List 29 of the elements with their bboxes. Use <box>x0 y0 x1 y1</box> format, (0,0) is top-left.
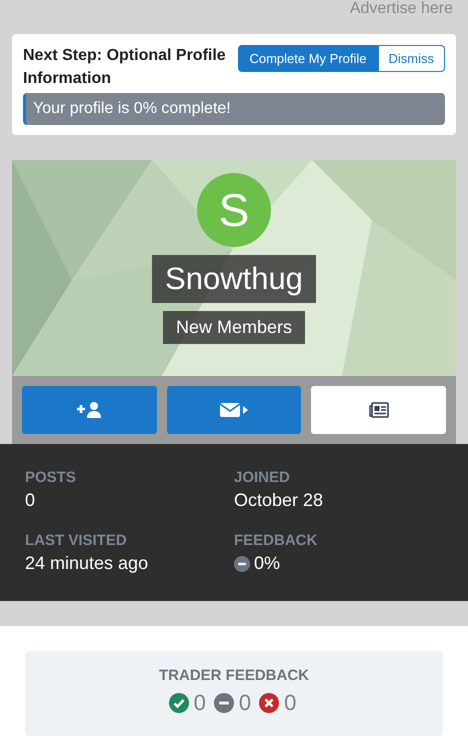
add-user-icon <box>76 401 102 419</box>
feedback-count: 0 <box>238 690 252 716</box>
advertise-link[interactable]: Advertise here <box>350 0 453 34</box>
minus-circle-icon <box>234 556 250 572</box>
dismiss-button[interactable]: Dismiss <box>378 45 445 72</box>
progress-label: Your profile is 0% complete! <box>32 100 231 118</box>
feedback-count: 0 <box>194 690 206 716</box>
message-button[interactable] <box>166 386 302 434</box>
next-step-title: Next Step: Optional Profile Information <box>23 46 227 89</box>
profile-name: Snowthug <box>152 255 316 303</box>
member-group: New Members <box>162 311 306 344</box>
trader-feedback-title: TRADER FEEDBACK <box>159 667 309 684</box>
minus-circle-icon <box>214 693 234 713</box>
envelope-icon <box>220 402 248 418</box>
stat-value: October 28 <box>234 490 324 511</box>
stat-label: POSTS <box>25 469 77 486</box>
follow-button[interactable] <box>22 386 157 434</box>
x-circle-icon <box>259 693 280 713</box>
stat-label: LAST VISITED <box>25 532 128 549</box>
about-button[interactable] <box>311 386 446 434</box>
newspaper-icon <box>368 402 389 418</box>
stat-value: 24 minutes ago <box>25 553 148 574</box>
check-circle-icon <box>168 693 189 713</box>
feedback-count: 0 <box>284 690 296 716</box>
stat-value: 0 <box>25 490 36 511</box>
complete-profile-button[interactable]: Complete My Profile <box>238 45 378 72</box>
stat-label: FEEDBACK <box>234 532 318 549</box>
stat-value: 0% <box>254 553 280 574</box>
stat-label: JOINED <box>234 469 291 486</box>
